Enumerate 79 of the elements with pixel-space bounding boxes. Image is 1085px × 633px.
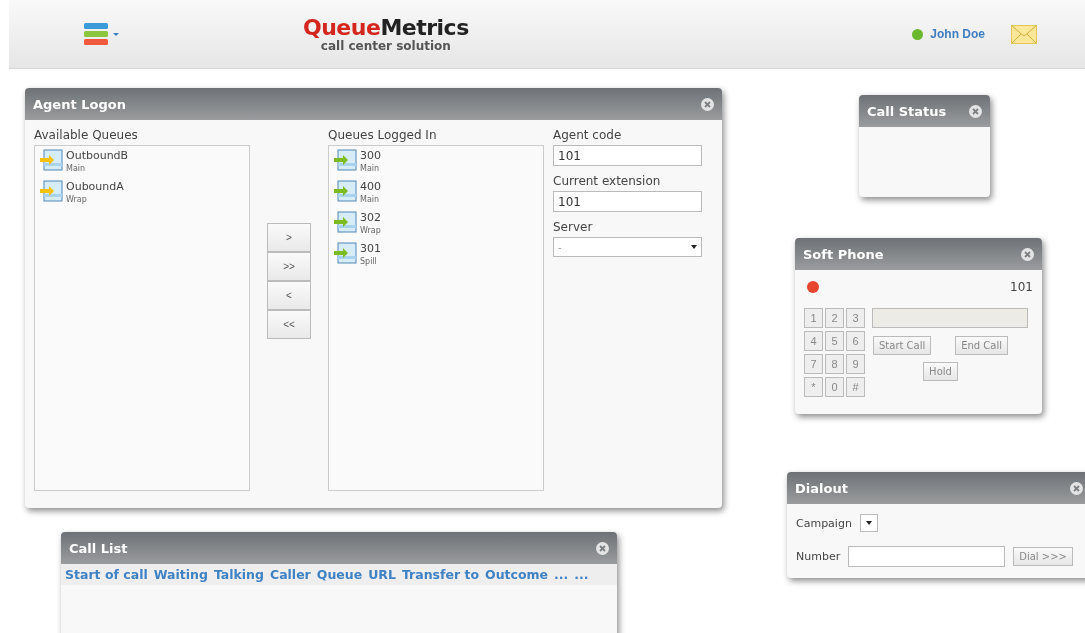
queue-type: Wrap <box>360 225 381 236</box>
user-name-link[interactable]: John Doe <box>930 27 985 41</box>
keypad-key[interactable]: 6 <box>846 331 865 351</box>
campaign-dropdown[interactable] <box>859 514 878 532</box>
field-label: Agent code <box>553 128 623 142</box>
phone-button[interactable]: End Call <box>955 336 1008 355</box>
field-label: Current extension <box>553 174 662 188</box>
column-header[interactable]: ... <box>554 567 569 582</box>
keypad-key[interactable]: 3 <box>846 308 865 328</box>
column-header[interactable]: Queue <box>316 567 363 582</box>
queue-arrow-icon <box>39 180 63 202</box>
extension-number: 101 <box>1010 280 1033 294</box>
queue-arrow-icon <box>333 242 357 264</box>
column-header[interactable]: Caller <box>269 567 311 582</box>
campaign-label: Campaign <box>796 516 852 530</box>
queue-name[interactable]: OutboundB <box>66 149 129 163</box>
window-title: Soft Phone <box>803 246 884 262</box>
column-header[interactable]: ... <box>574 567 589 582</box>
column-header[interactable]: URL <box>368 567 396 582</box>
dial-number-field[interactable] <box>872 308 1028 328</box>
column-header[interactable]: Waiting <box>153 567 208 582</box>
queue-name[interactable]: 301 <box>360 242 381 256</box>
dial-button[interactable]: Dial >>> <box>1013 547 1073 566</box>
phone-button[interactable]: Hold <box>923 362 958 381</box>
keypad-key[interactable]: 2 <box>825 308 844 328</box>
server-dropdown[interactable]: - <box>553 237 702 257</box>
queue-type: Main <box>360 163 381 174</box>
keypad-key[interactable]: 0 <box>825 377 844 397</box>
available-queues-label: Available Queues <box>34 128 139 142</box>
window-title: Call List <box>69 540 128 556</box>
keypad-key[interactable]: 5 <box>825 331 844 351</box>
keypad-key[interactable]: 1 <box>804 308 823 328</box>
move-button[interactable]: >> <box>267 252 311 281</box>
column-header[interactable]: Transfer to <box>401 567 480 582</box>
queue-type: Main <box>360 194 381 205</box>
menu-icon[interactable] <box>84 23 120 45</box>
column-header[interactable]: Talking <box>213 567 264 582</box>
queue-name[interactable]: 400 <box>360 180 381 194</box>
window-title: Dialout <box>795 480 848 496</box>
queue-type: Main <box>66 163 87 174</box>
move-button[interactable]: > <box>267 223 311 252</box>
queue-name[interactable]: 302 <box>360 211 381 225</box>
number-field[interactable] <box>848 546 1006 567</box>
queue-name[interactable]: OuboundA <box>66 180 124 194</box>
logged-queues-label: Queues Logged In <box>328 128 438 142</box>
keypad-key[interactable]: 7 <box>804 354 823 374</box>
keypad-key[interactable]: 9 <box>846 354 865 374</box>
input-field[interactable]: 101 <box>553 191 702 212</box>
queue-type: Wrap <box>66 194 88 205</box>
input-field[interactable]: 101 <box>553 145 702 166</box>
column-header[interactable]: Outcome <box>485 567 549 582</box>
caret-icon <box>691 245 697 249</box>
phone-button[interactable]: Start Call <box>873 336 932 355</box>
queue-type: Spill <box>360 256 378 267</box>
keypad-key[interactable]: 4 <box>804 331 823 351</box>
keypad-key[interactable]: 8 <box>825 354 844 374</box>
close-icon[interactable] <box>1021 247 1034 261</box>
move-button[interactable]: << <box>267 310 311 339</box>
field-label: Server <box>553 220 594 234</box>
keypad-key[interactable]: # <box>846 377 865 397</box>
queue-arrow-icon <box>333 211 357 233</box>
logo-tagline: call center solution <box>320 39 451 53</box>
number-label: Number <box>796 550 841 563</box>
column-header[interactable]: Start of call <box>65 567 148 582</box>
keypad-key[interactable]: * <box>804 377 823 397</box>
move-button[interactable]: < <box>267 281 311 310</box>
window-title: Call Status <box>867 103 947 119</box>
queue-name[interactable]: 300 <box>360 149 381 163</box>
close-icon[interactable] <box>1070 481 1083 495</box>
caret-icon <box>865 521 872 525</box>
envelope-icon[interactable] <box>1011 24 1037 44</box>
close-icon[interactable] <box>701 97 714 111</box>
logo-wordmark: QueueMetrics <box>303 15 469 40</box>
queue-arrow-icon <box>333 149 357 171</box>
close-icon[interactable] <box>969 104 982 118</box>
queue-arrow-icon <box>39 149 63 171</box>
window-title: Agent Logon <box>33 96 126 112</box>
close-icon[interactable] <box>596 541 609 555</box>
queue-arrow-icon <box>333 180 357 202</box>
